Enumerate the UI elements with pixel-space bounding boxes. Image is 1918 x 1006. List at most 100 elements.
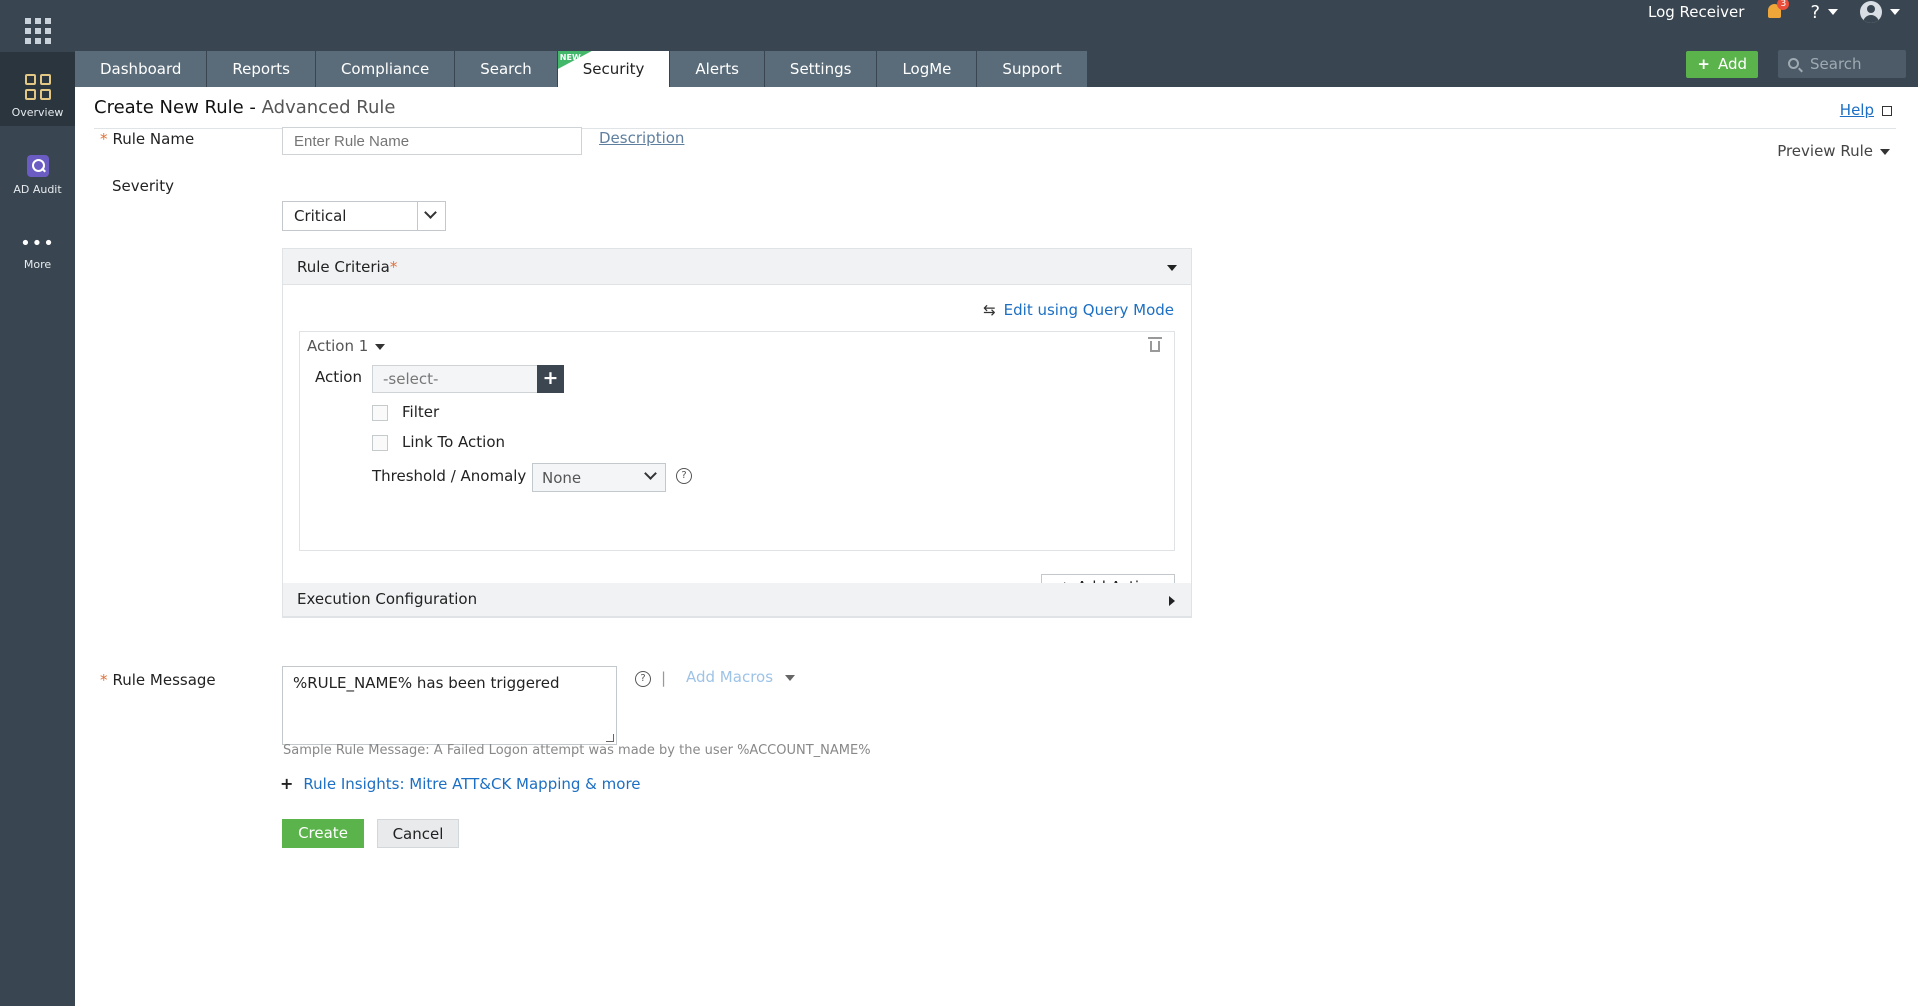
cancel-button[interactable]: Cancel (377, 819, 459, 848)
link-to-action-checkbox-row[interactable]: Link To Action (372, 433, 505, 451)
tab-alerts[interactable]: Alerts (670, 51, 765, 87)
rule-message-label: * Rule Message (100, 671, 216, 689)
rail-item-label: AD Audit (13, 183, 62, 196)
edit-query-mode-link[interactable]: ⇆ Edit using Query Mode (983, 301, 1174, 319)
rule-message-text: Rule Message (112, 671, 216, 689)
search-input[interactable]: Search (1778, 50, 1906, 78)
preview-rule-dropdown[interactable]: Preview Rule (1777, 142, 1890, 160)
main-content: Create New Rule - Advanced Rule Help Pre… (75, 87, 1918, 1006)
preview-rule-label: Preview Rule (1777, 142, 1873, 160)
tab-security[interactable]: NEW Security (557, 51, 671, 87)
chevron-down-icon (375, 343, 386, 350)
severity-select[interactable]: Critical (282, 201, 446, 231)
search-placeholder: Search (1810, 55, 1862, 73)
tab-search[interactable]: Search (455, 51, 558, 87)
rail-item-ad-audit[interactable]: AD Audit (0, 155, 75, 215)
tab-logme[interactable]: LogMe (877, 51, 978, 87)
user-avatar-icon[interactable] (1860, 1, 1882, 23)
tab-compliance[interactable]: Compliance (315, 51, 456, 87)
log-receiver-link[interactable]: Log Receiver (1648, 3, 1744, 21)
action-select-value: -select- (383, 370, 439, 388)
required-mark: * (100, 671, 108, 689)
help-link-label: Help (1839, 101, 1874, 119)
top-bar: Log Receiver 3 ? Dashboard Reports Compl… (75, 0, 1918, 87)
filter-checkbox-row[interactable]: Filter (372, 403, 439, 421)
notification-bell-icon[interactable]: 3 (1766, 0, 1790, 21)
action-title-label: Action 1 (307, 337, 369, 355)
help-caret-icon[interactable] (1828, 9, 1838, 15)
rail-item-label: Overview (11, 106, 64, 119)
action-title-dropdown[interactable]: Action 1 (307, 337, 386, 355)
page-title: Create New Rule - Advanced Rule (94, 97, 395, 118)
sample-rule-message: Sample Rule Message: A Failed Logon atte… (283, 743, 871, 758)
plus-icon: + (280, 774, 294, 793)
resize-handle-icon[interactable] (606, 734, 614, 742)
query-mode-label: Edit using Query Mode (1003, 301, 1174, 319)
required-mark: * (389, 258, 398, 276)
page-header: Create New Rule - Advanced Rule Help (94, 87, 1896, 129)
page-subtitle: Advanced Rule (261, 97, 396, 118)
rule-insights-link[interactable]: + Rule Insights: Mitre ATT&CK Mapping & m… (280, 774, 641, 793)
delete-action-icon[interactable] (1148, 337, 1162, 352)
app-grid-icon[interactable] (25, 18, 51, 44)
more-icon: ••• (20, 233, 55, 254)
rule-message-textarea[interactable]: %RULE_NAME% has been triggered (282, 666, 617, 745)
main-tabs: Dashboard Reports Compliance Search NEW … (75, 51, 1088, 87)
top-utility-bar: Log Receiver 3 ? (1648, 0, 1900, 24)
tab-label: Security (582, 60, 645, 78)
add-button-label: Add (1717, 55, 1747, 73)
action-block: Action 1 Action -select- + Filter Link T… (299, 331, 1175, 551)
user-caret-icon[interactable] (1890, 9, 1900, 15)
rule-criteria-title: Rule Criteria (297, 258, 390, 276)
help-link[interactable]: Help (1840, 101, 1892, 119)
notification-badge: 3 (1777, 0, 1790, 10)
chevron-down-icon (1880, 148, 1890, 155)
chevron-down-icon (785, 674, 796, 681)
help-menu-icon[interactable]: ? (1810, 2, 1820, 23)
chevron-down-icon (417, 202, 445, 230)
left-rail: Overview AD Audit ••• More (0, 0, 75, 1006)
description-link[interactable]: Description (599, 129, 684, 147)
execution-config-header[interactable]: Execution Configuration (283, 583, 1191, 616)
add-macros-label: Add Macros (686, 668, 774, 686)
new-badge: NEW (559, 53, 581, 62)
action-select[interactable]: -select- + (372, 365, 564, 393)
rule-message-value: %RULE_NAME% has been triggered (293, 674, 560, 692)
filter-checkbox[interactable] (372, 404, 388, 421)
rule-criteria-panel: Rule Criteria* ⇆ Edit using Query Mode Ac… (282, 248, 1192, 618)
link-to-action-checkbox[interactable] (372, 434, 388, 451)
plus-icon: + (1697, 55, 1710, 73)
rule-name-input[interactable] (282, 127, 582, 155)
page-title-main: Create New Rule - (94, 97, 262, 118)
separator: | (661, 669, 667, 687)
link-to-action-label: Link To Action (402, 433, 506, 451)
tab-settings[interactable]: Settings (764, 51, 878, 87)
rule-insights-label: Rule Insights: Mitre ATT&CK Mapping & mo… (303, 775, 641, 793)
add-button[interactable]: + Add (1686, 51, 1758, 78)
external-link-icon (1882, 106, 1892, 116)
tab-dashboard[interactable]: Dashboard (75, 51, 208, 87)
create-button[interactable]: Create (282, 819, 364, 848)
collapse-caret-icon (1167, 265, 1177, 271)
filter-label: Filter (402, 403, 440, 421)
overview-icon (24, 74, 51, 100)
tab-support[interactable]: Support (977, 51, 1088, 87)
execution-config-panel[interactable]: Execution Configuration (282, 583, 1192, 617)
threshold-select[interactable]: None (532, 463, 666, 492)
required-mark: * (100, 130, 108, 148)
rail-item-overview[interactable]: Overview (0, 52, 75, 126)
threshold-help-icon[interactable]: ? (676, 468, 692, 484)
ad-audit-icon (26, 155, 49, 177)
chevron-down-icon (639, 464, 665, 491)
rule-name-text: Rule Name (112, 130, 195, 148)
rule-name-label: * Rule Name (100, 130, 194, 148)
threshold-value: None (542, 469, 582, 487)
action-label: Action (315, 368, 362, 386)
rule-criteria-header[interactable]: Rule Criteria* (283, 249, 1191, 285)
tab-reports[interactable]: Reports (207, 51, 316, 87)
rule-message-help-icon[interactable]: ? (635, 671, 651, 687)
add-macros-dropdown[interactable]: Add Macros (686, 668, 796, 686)
rail-item-label: More (23, 258, 52, 271)
rail-item-more[interactable]: ••• More (0, 233, 75, 288)
add-action-plus-button[interactable]: + (537, 365, 564, 393)
